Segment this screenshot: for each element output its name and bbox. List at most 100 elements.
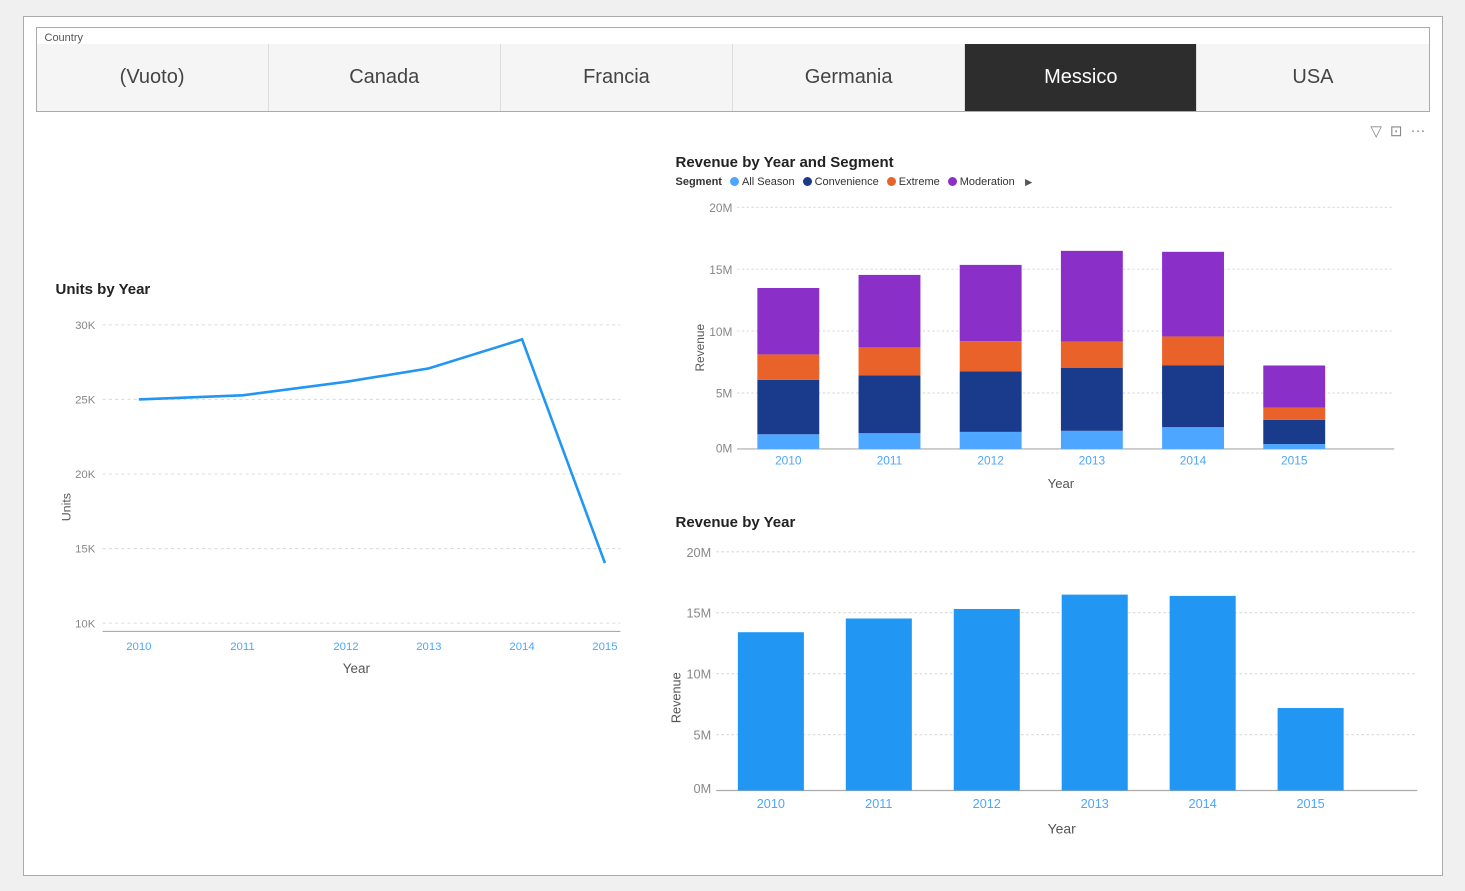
svg-text:15M: 15M: [686, 607, 711, 621]
bar-2012: [953, 609, 1019, 790]
country-tab-francia[interactable]: Francia: [501, 44, 733, 111]
svg-text:2013: 2013: [416, 641, 441, 653]
bar-2012-convenience: [959, 371, 1021, 431]
svg-text:2010: 2010: [126, 641, 151, 653]
svg-text:10K: 10K: [75, 618, 96, 630]
svg-text:Revenue: Revenue: [669, 672, 683, 723]
bar-2011-convenience: [858, 375, 920, 433]
filter-icon[interactable]: ▽: [1370, 122, 1382, 140]
country-tab-canada[interactable]: Canada: [269, 44, 501, 111]
country-tab-usa[interactable]: USA: [1197, 44, 1428, 111]
convenience-dot: [803, 177, 812, 186]
svg-text:Year: Year: [1047, 821, 1076, 837]
bar-2011-allseason: [858, 433, 920, 449]
svg-text:20M: 20M: [686, 546, 711, 560]
svg-text:5M: 5M: [693, 729, 711, 743]
svg-text:2011: 2011: [230, 641, 254, 653]
svg-text:2012: 2012: [977, 453, 1004, 467]
revenue-segment-svg: 20M 15M 10M 5M 0M Revenue: [668, 193, 1430, 503]
svg-text:2010: 2010: [775, 453, 802, 467]
svg-text:0M: 0M: [693, 782, 711, 796]
revenue-year-title: Revenue by Year: [668, 510, 1430, 533]
svg-text:2015: 2015: [592, 641, 617, 653]
dashboard-frame: Country (Vuoto)CanadaFranciaGermaniaMess…: [23, 16, 1443, 876]
units-chart-svg: 30K 25K 20K 15K 10K Units: [56, 300, 636, 704]
bar-2011-extreme: [858, 347, 920, 375]
bar-2010-moderation: [757, 287, 819, 353]
country-slicer-label: Country: [37, 28, 1429, 44]
revenue-year-chart: Revenue by Year 20M 15M 10M 5M 0M Revenu…: [668, 510, 1430, 863]
bar-2014-moderation: [1162, 251, 1224, 336]
country-tab-germania[interactable]: Germania: [733, 44, 965, 111]
svg-text:20K: 20K: [75, 469, 96, 481]
svg-text:15K: 15K: [75, 544, 96, 556]
svg-text:2013: 2013: [1080, 797, 1108, 811]
more-icon[interactable]: ···: [1411, 122, 1426, 139]
svg-text:2015: 2015: [1296, 797, 1324, 811]
bar-2014: [1169, 596, 1235, 791]
legend-extreme: Extreme: [887, 176, 940, 188]
allseason-label: All Season: [742, 176, 795, 188]
svg-text:10M: 10M: [686, 668, 711, 682]
extreme-label: Extreme: [899, 176, 940, 188]
svg-text:10M: 10M: [709, 324, 732, 338]
bar-2012-extreme: [959, 341, 1021, 371]
bar-2015-allseason: [1263, 444, 1325, 449]
country-tab-vuoto[interactable]: (Vuoto): [37, 44, 269, 111]
bar-2012-allseason: [959, 432, 1021, 449]
bar-2010-extreme: [757, 354, 819, 379]
units-by-year-chart: Units by Year 30K 25K 20K 15K 10K Units: [56, 281, 636, 701]
svg-text:2010: 2010: [756, 797, 784, 811]
svg-text:15M: 15M: [709, 262, 732, 276]
svg-text:Year: Year: [342, 661, 370, 676]
bar-2010-convenience: [757, 379, 819, 434]
svg-text:Revenue: Revenue: [692, 323, 706, 371]
bar-2010-allseason: [757, 434, 819, 449]
legend-convenience: Convenience: [803, 176, 879, 188]
svg-text:5M: 5M: [715, 386, 732, 400]
svg-text:Units: Units: [59, 493, 73, 521]
svg-text:20M: 20M: [709, 201, 732, 215]
svg-text:0M: 0M: [715, 441, 732, 455]
bar-2014-allseason: [1162, 427, 1224, 449]
svg-text:2011: 2011: [865, 797, 892, 811]
country-tabs: (Vuoto)CanadaFranciaGermaniaMessicoUSA: [37, 44, 1429, 111]
revenue-year-svg-wrap: 20M 15M 10M 5M 0M Revenue: [668, 533, 1430, 863]
country-tab-messico[interactable]: Messico: [965, 44, 1197, 111]
svg-text:2011: 2011: [876, 453, 902, 467]
svg-text:2012: 2012: [972, 797, 1000, 811]
bar-2013-moderation: [1060, 250, 1122, 341]
revenue-year-svg: 20M 15M 10M 5M 0M Revenue: [668, 533, 1430, 863]
bar-2014-convenience: [1162, 365, 1224, 427]
legend-arrow[interactable]: ►: [1023, 175, 1035, 189]
legend-allseason: All Season: [730, 176, 795, 188]
bar-2015: [1277, 708, 1343, 790]
bar-2010: [737, 632, 803, 790]
country-slicer: Country (Vuoto)CanadaFranciaGermaniaMess…: [36, 27, 1430, 112]
revenue-segment-title: Revenue by Year and Segment: [668, 150, 1430, 173]
expand-icon[interactable]: ⊡: [1390, 122, 1403, 140]
extreme-dot: [887, 177, 896, 186]
revenue-segment-chart: Revenue by Year and Segment Segment All …: [668, 150, 1430, 503]
svg-text:2014: 2014: [509, 641, 534, 653]
bar-2013: [1061, 595, 1127, 791]
main-content: Units by Year 30K 25K 20K 15K 10K Units: [24, 112, 1442, 875]
right-panel: ▽ ⊡ ··· Revenue by Year and Segment Segm…: [668, 120, 1430, 863]
moderation-label: Moderation: [960, 176, 1015, 188]
allseason-dot: [730, 177, 739, 186]
svg-text:2014: 2014: [1188, 797, 1216, 811]
left-panel: Units by Year 30K 25K 20K 15K 10K Units: [36, 120, 656, 863]
bar-2013-allseason: [1060, 430, 1122, 448]
bar-2013-convenience: [1060, 367, 1122, 430]
bar-2015-moderation: [1263, 365, 1325, 407]
revenue-segment-svg-wrap: 20M 15M 10M 5M 0M Revenue: [668, 193, 1430, 503]
svg-text:30K: 30K: [75, 320, 96, 332]
legend-label: Segment: [676, 176, 722, 188]
bar-2015-convenience: [1263, 419, 1325, 443]
chart-toolbar: ▽ ⊡ ···: [668, 120, 1430, 142]
svg-text:25K: 25K: [75, 395, 96, 407]
bar-2014-extreme: [1162, 336, 1224, 365]
svg-text:2013: 2013: [1078, 453, 1105, 467]
moderation-dot: [948, 177, 957, 186]
bar-2012-moderation: [959, 264, 1021, 340]
